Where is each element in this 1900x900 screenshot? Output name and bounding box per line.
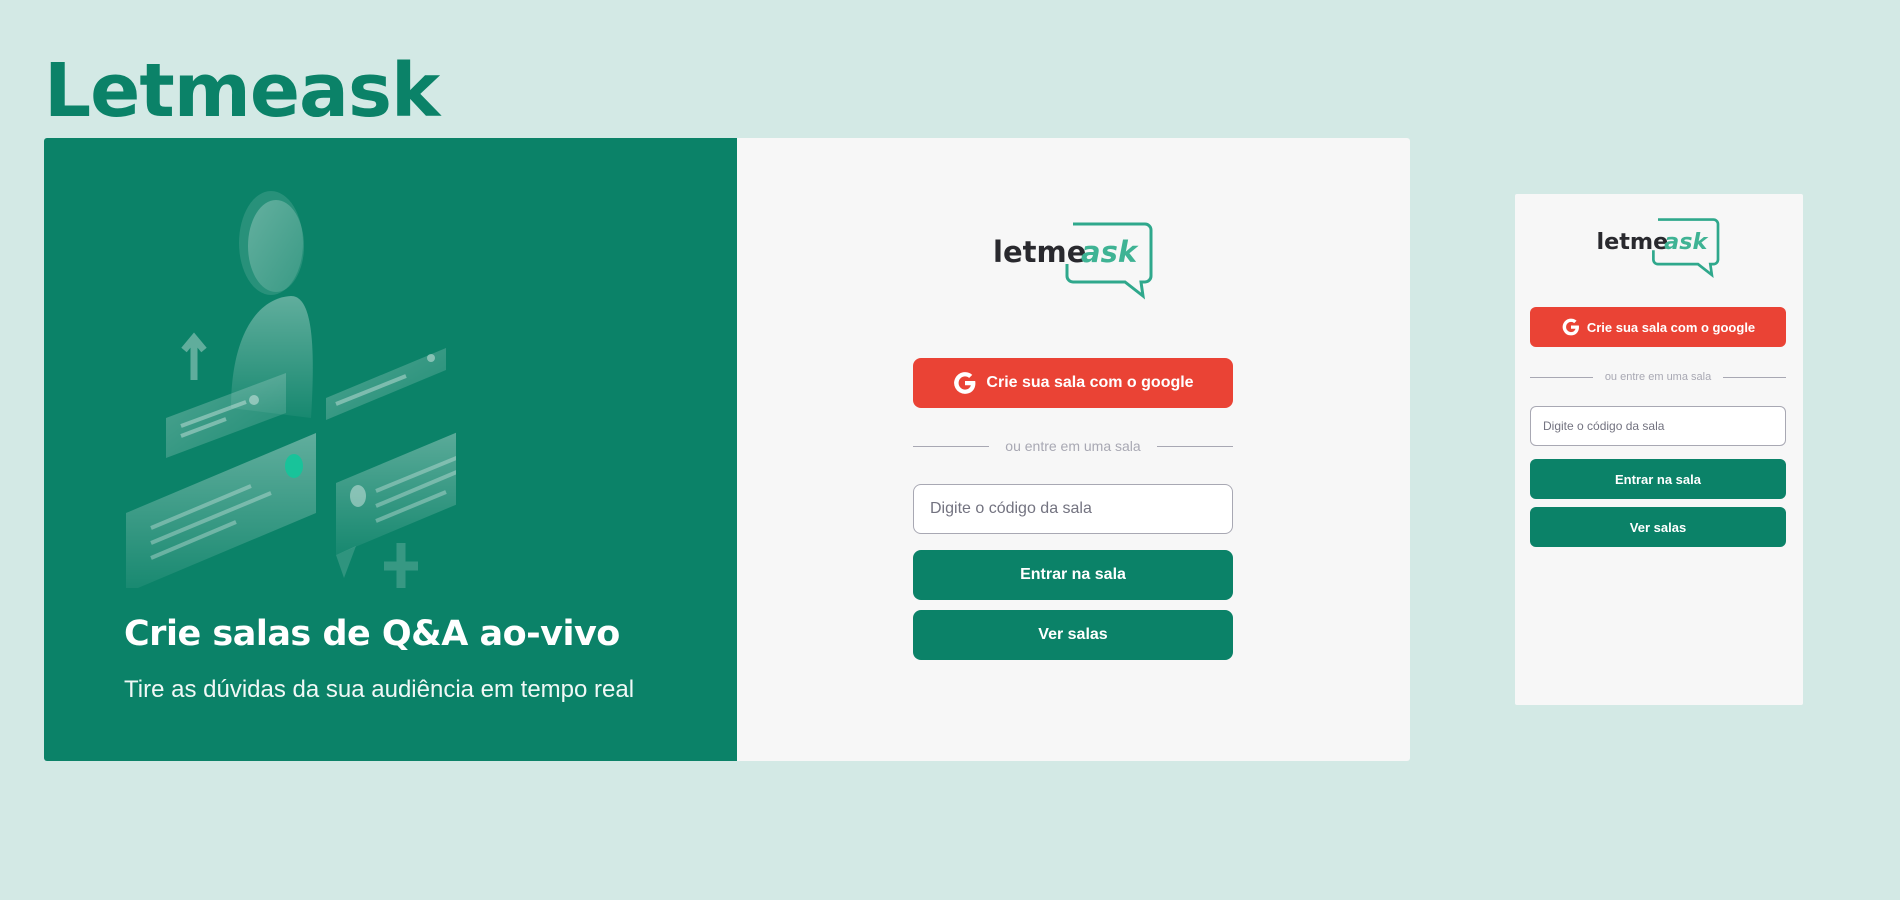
letmeask-logo: letme ask <box>993 222 1153 300</box>
mobile-preview: letme ask Crie sua sala com o google ou … <box>1515 194 1803 705</box>
auth-content: letme ask Crie sua sala com o google ou … <box>913 222 1233 660</box>
qa-illustration <box>126 191 456 588</box>
view-rooms-button-mobile[interactable]: Ver salas <box>1530 507 1786 547</box>
view-rooms-button[interactable]: Ver salas <box>913 610 1233 660</box>
room-code-input-mobile[interactable] <box>1530 406 1786 446</box>
page-title: Letmeask <box>44 48 440 134</box>
desktop-preview: Crie salas de Q&A ao-vivo Tire as dúvida… <box>44 138 1410 761</box>
create-room-google-button-mobile[interactable]: Crie sua sala com o google <box>1530 307 1786 347</box>
enter-room-button-mobile[interactable]: Entrar na sala <box>1530 459 1786 499</box>
logo-word-letme: letme <box>1596 229 1668 255</box>
google-button-label: Crie sua sala com o google <box>986 374 1194 391</box>
letmeask-logo-mobile: letme ask <box>1596 218 1720 278</box>
logo-word-letme: letme <box>993 235 1086 269</box>
mobile-auth-content: letme ask Crie sua sala com o google ou … <box>1530 218 1786 547</box>
hero-subheading: Tire as dúvidas da sua audiência em temp… <box>124 676 635 703</box>
separator-mobile: ou entre em uma sala <box>1530 371 1786 383</box>
google-g-icon <box>954 372 976 394</box>
logo-word-ask: ask <box>1081 235 1139 269</box>
create-room-google-button[interactable]: Crie sua sala com o google <box>913 358 1233 408</box>
google-g-icon <box>1562 318 1579 336</box>
separator: ou entre em uma sala <box>913 438 1233 454</box>
hero-aside: Crie salas de Q&A ao-vivo Tire as dúvida… <box>44 138 737 761</box>
logo-word-ask: ask <box>1664 229 1708 255</box>
separator-label: ou entre em uma sala <box>1604 371 1712 383</box>
google-button-label: Crie sua sala com o google <box>1586 319 1756 335</box>
separator-label: ou entre em uma sala <box>1005 438 1141 454</box>
auth-main: letme ask Crie sua sala com o google ou … <box>737 138 1410 761</box>
room-code-input[interactable] <box>913 484 1233 534</box>
enter-room-button[interactable]: Entrar na sala <box>913 550 1233 600</box>
hero-heading: Crie salas de Q&A ao-vivo <box>124 614 620 654</box>
